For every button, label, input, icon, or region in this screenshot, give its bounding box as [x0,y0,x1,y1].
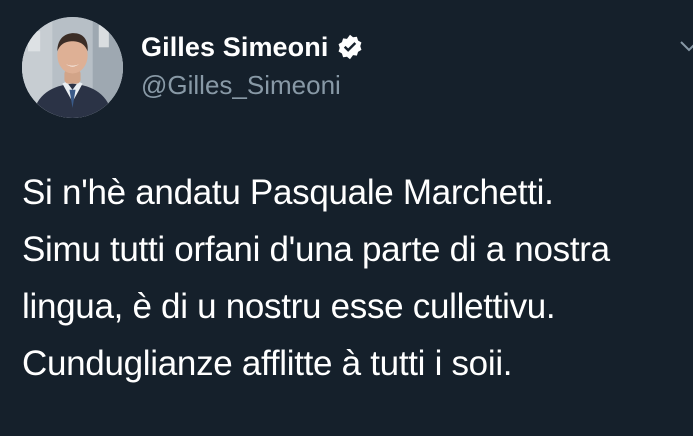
tweet-text: Si n'hè andatu Pasquale Marchetti. Simu … [22,164,693,392]
profile-photo [22,17,123,118]
display-name[interactable]: Gilles Simeoni [141,30,328,64]
tweet-text-line: lingua, è di u nostru esse cullettivu. [22,287,556,326]
tweet-card[interactable]: Gilles Simeoni @Gilles_Simeoni Si n'hè a… [0,0,693,436]
verified-badge-icon [336,33,364,61]
tweet-text-line: Cunduglianze afflitte à tutti i soii. [22,344,513,383]
author-name-row: Gilles Simeoni [141,30,364,64]
avatar[interactable] [22,17,123,118]
tweet-text-line: Si n'hè andatu Pasquale Marchetti. [22,173,554,212]
tweet-text-line: Simu tutti orfani d'una parte di a nostr… [22,230,610,269]
chevron-down-icon[interactable] [679,40,693,54]
user-handle[interactable]: @Gilles_Simeoni [141,68,341,102]
